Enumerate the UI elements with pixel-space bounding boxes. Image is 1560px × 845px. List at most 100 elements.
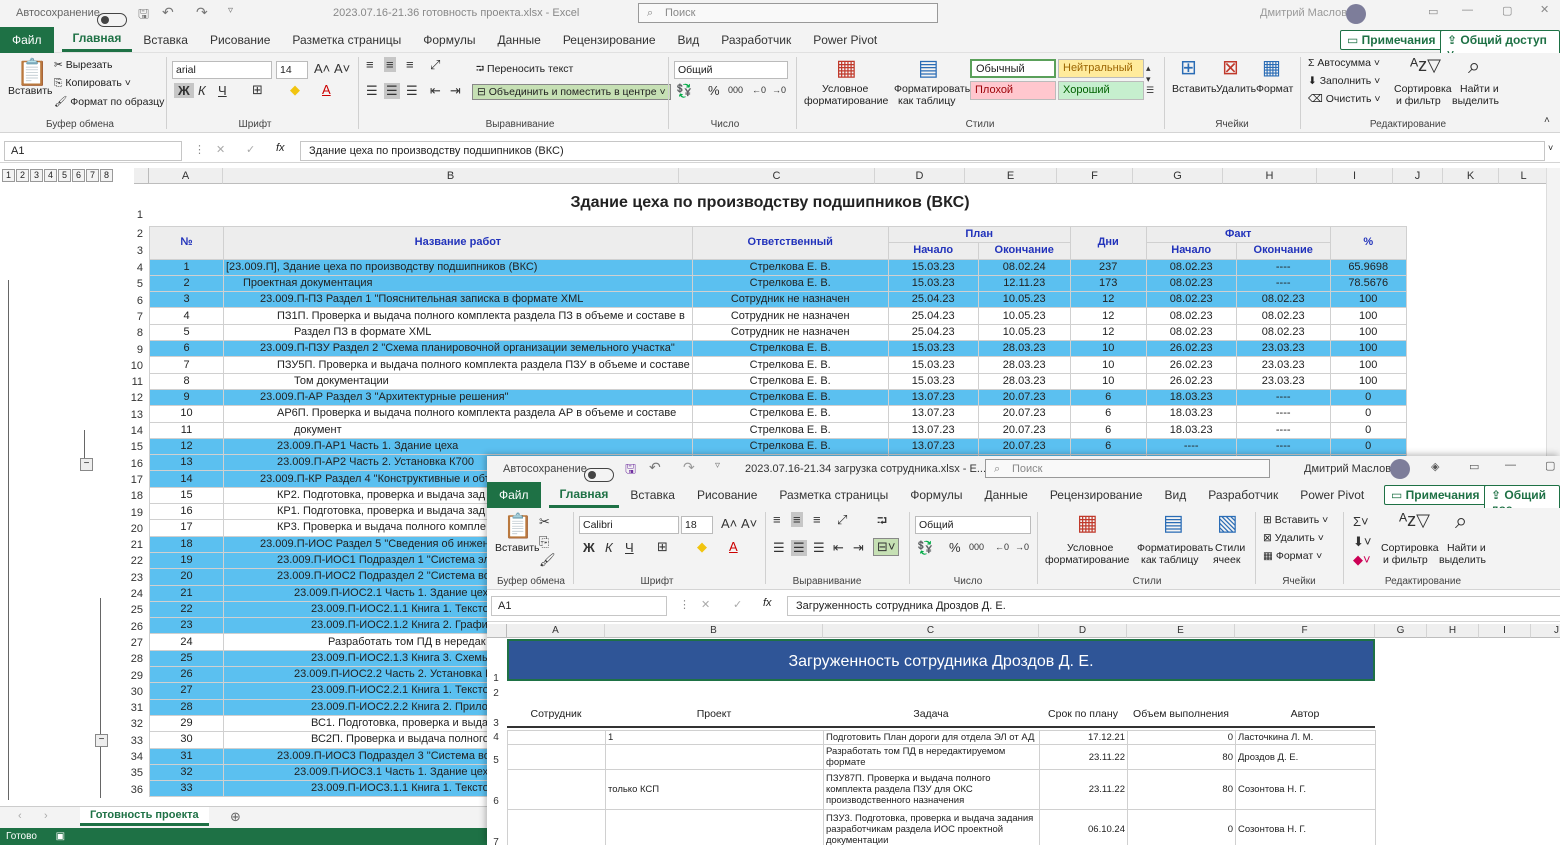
conditional-format-line1[interactable]: Условное xyxy=(1067,542,1113,554)
tab-review[interactable]: Рецензирование xyxy=(552,27,667,53)
column-header[interactable]: A xyxy=(507,624,605,638)
fact-start[interactable]: 08.02.23 xyxy=(1145,307,1237,325)
table-row[interactable]: 7 ПЗУ5П. Проверка и выдача полного компле… xyxy=(149,356,1407,374)
cut-button[interactable]: ✂ Вырезать xyxy=(54,59,112,71)
align-top-icon[interactable]: ≡ xyxy=(773,512,781,527)
plan-start[interactable]: 15.03.23 xyxy=(887,258,979,276)
row-number[interactable]: 18 xyxy=(149,535,224,553)
fact-start[interactable]: 08.02.23 xyxy=(1145,258,1237,276)
table-row[interactable]: 10 АР6П. Проверка и выдача полного компле… xyxy=(149,405,1407,423)
percent[interactable]: 100 xyxy=(1329,291,1407,309)
row-header[interactable]: 29 xyxy=(118,668,146,684)
sort-filter-icon[interactable]: ᴬᴢ▽ xyxy=(1410,55,1441,76)
font-color-icon[interactable]: A xyxy=(729,539,738,554)
customize-qat-icon[interactable]: ▿ xyxy=(715,460,720,471)
percent[interactable]: 0 xyxy=(1329,421,1407,439)
tab-home[interactable]: Главная xyxy=(61,27,133,52)
tab-page-layout[interactable]: Разметка страницы xyxy=(281,27,412,53)
column-header[interactable]: H xyxy=(1427,624,1479,638)
plan-end[interactable]: 12.11.23 xyxy=(977,274,1071,293)
align-bottom-icon[interactable]: ≡ xyxy=(813,512,821,527)
fact-end[interactable]: 23.03.23 xyxy=(1235,372,1331,390)
days[interactable]: 12 xyxy=(1069,307,1147,325)
vertical-scrollbar[interactable] xyxy=(1546,168,1560,458)
fact-start[interactable]: 18.03.23 xyxy=(1145,421,1237,439)
function-icon[interactable]: fx xyxy=(276,142,285,154)
row-number[interactable]: 21 xyxy=(149,584,224,602)
header-responsible[interactable]: Ответственный xyxy=(691,226,889,260)
percent[interactable]: 65.9698 xyxy=(1329,258,1407,276)
due-date-cell[interactable]: 23.11.22 xyxy=(1039,769,1128,810)
row-number[interactable]: 8 xyxy=(149,372,224,390)
format-cells-button[interactable]: Формат xyxy=(1256,83,1293,95)
percent[interactable]: 100 xyxy=(1329,372,1407,390)
minimize-icon[interactable]: — xyxy=(1462,4,1473,16)
align-left-icon[interactable]: ☰ xyxy=(773,540,785,556)
fact-start[interactable]: 08.02.23 xyxy=(1145,323,1237,342)
days[interactable]: 12 xyxy=(1069,291,1147,309)
currency-icon[interactable]: 💱 xyxy=(917,540,933,556)
copy-button[interactable]: ⎘ Копировать ˅ xyxy=(54,77,131,90)
row-header[interactable]: 22 xyxy=(118,553,146,569)
redo-icon[interactable]: ↷ xyxy=(683,459,695,476)
row-number[interactable]: 6 xyxy=(149,340,224,358)
fact-start[interactable]: ---- xyxy=(1145,437,1237,456)
delete-cells-button[interactable]: Удалить xyxy=(1216,83,1256,95)
cell-styles-line1[interactable]: Стили xyxy=(1215,542,1245,554)
plan-end[interactable]: 20.07.23 xyxy=(977,437,1071,456)
row-header[interactable]: 35 xyxy=(118,765,146,781)
workload-table[interactable]: 1 Подготовить План дороги для отдела ЭЛ о… xyxy=(507,730,1376,845)
row-header[interactable]: 19 xyxy=(118,505,146,521)
font-color-icon[interactable]: A xyxy=(322,82,331,97)
task-name[interactable]: 23.009.П-ПЗ Раздел 1 "Пояснительная запи… xyxy=(223,291,693,309)
row-number[interactable]: 3 xyxy=(149,291,224,309)
header-plan-end[interactable]: Окончание xyxy=(977,242,1071,260)
task-cell[interactable]: Разработать том ПД в нередактируемом фор… xyxy=(823,744,1040,770)
cancel-icon[interactable]: ✕ xyxy=(701,598,710,611)
percent[interactable]: 100 xyxy=(1329,356,1407,374)
plan-end[interactable]: 10.05.23 xyxy=(977,323,1071,342)
column-header[interactable]: K xyxy=(1443,168,1499,184)
format-painter-icon[interactable]: 🖌 xyxy=(539,552,556,568)
fact-end[interactable]: 08.02.23 xyxy=(1235,291,1331,309)
row-number[interactable]: 5 xyxy=(149,323,224,342)
tab-draw[interactable]: Рисование xyxy=(686,482,768,508)
fact-start[interactable]: 08.02.23 xyxy=(1145,291,1237,309)
task-name[interactable]: документ xyxy=(223,421,693,439)
underline-button[interactable]: Ч xyxy=(218,83,227,98)
fact-start[interactable]: 18.03.23 xyxy=(1145,405,1237,423)
percent[interactable]: 100 xyxy=(1329,307,1407,325)
row-number[interactable]: 2 xyxy=(149,274,224,293)
fact-start[interactable]: 18.03.23 xyxy=(1145,388,1237,407)
row-number[interactable]: 26 xyxy=(149,666,224,684)
align-right-icon[interactable]: ☰ xyxy=(406,83,418,99)
header-volume[interactable]: Объем выполнения xyxy=(1127,700,1235,728)
header-author[interactable]: Автор xyxy=(1235,700,1375,728)
task-name[interactable]: Проектная документация xyxy=(223,274,693,293)
shrink-font-icon[interactable]: A˅ xyxy=(741,516,757,531)
tab-home[interactable]: Главная xyxy=(548,483,620,508)
expand-formula-icon[interactable]: ˅ xyxy=(1548,143,1553,153)
wrap-text-icon[interactable]: ⮒ xyxy=(877,512,887,534)
styles-scroll-icon[interactable]: ▴ ▾ ☰ xyxy=(1146,63,1154,96)
merge-center-button[interactable]: ⊟ Объединить и поместить в центре ˅ xyxy=(472,84,671,100)
cell-styles-line2[interactable]: ячеек xyxy=(1213,554,1240,566)
row-header[interactable]: 5 xyxy=(118,276,146,292)
table-row[interactable]: 2 Проектная документация Стрелкова Е. В. 15… xyxy=(149,274,1407,293)
header-plan-start[interactable]: Начало xyxy=(887,242,979,260)
name-box[interactable]: A1 xyxy=(491,596,667,616)
number-format-select[interactable]: Общий xyxy=(915,516,1031,534)
file-tab[interactable]: Файл xyxy=(0,26,54,53)
search-box[interactable]: ⌕ Поиск xyxy=(638,3,938,23)
tab-view[interactable]: Вид xyxy=(667,27,711,53)
ribbon-display-icon[interactable]: ▭ xyxy=(1469,460,1479,473)
format-table-line1[interactable]: Форматировать xyxy=(1137,542,1213,554)
close-icon[interactable]: ✕ xyxy=(1540,3,1549,16)
tab-draw[interactable]: Рисование xyxy=(199,27,281,53)
format-table-line2[interactable]: как таблицу xyxy=(898,95,956,107)
row-header[interactable]: 11 xyxy=(118,374,146,390)
plan-end[interactable]: 28.03.23 xyxy=(977,356,1071,374)
column-header[interactable]: J xyxy=(1531,624,1560,638)
column-header[interactable]: C xyxy=(823,624,1039,638)
row-header[interactable]: 17 xyxy=(118,472,146,488)
